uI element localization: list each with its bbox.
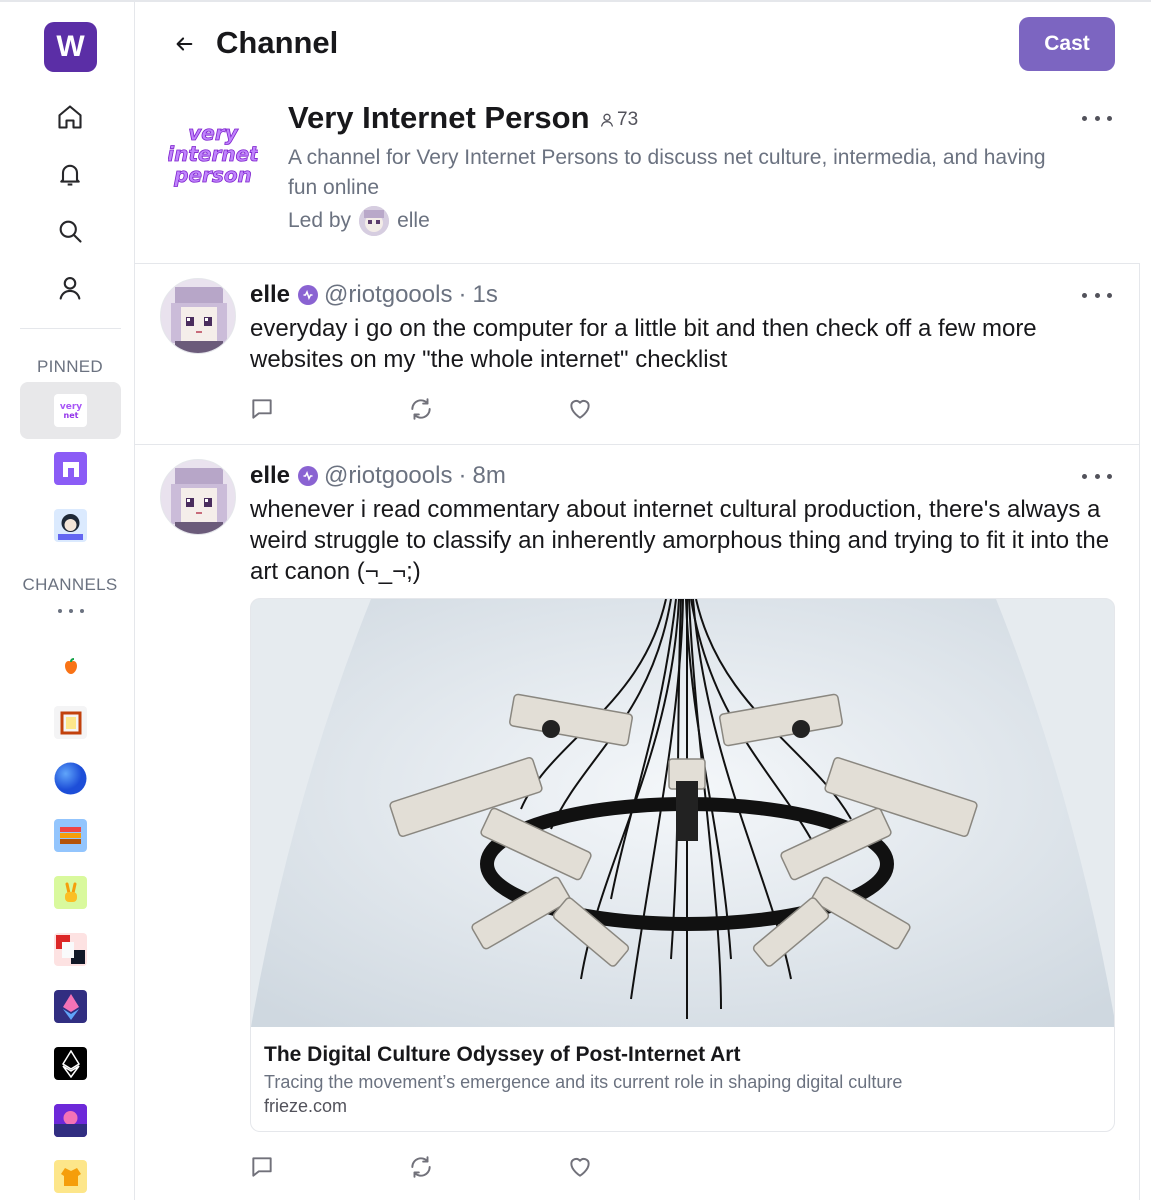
- cast-author-avatar[interactable]: [160, 278, 236, 354]
- cast-header: elle @riotgoools · 8m: [250, 462, 506, 490]
- lead-avatar[interactable]: [359, 206, 390, 236]
- more-channels-icon[interactable]: [58, 606, 84, 616]
- cast-author-handle[interactable]: @riotgoools: [324, 462, 452, 490]
- bell-icon[interactable]: [55, 159, 85, 189]
- svg-text:net: net: [63, 411, 78, 420]
- ethereum-black-channel-icon[interactable]: [54, 1047, 87, 1080]
- home-icon[interactable]: [55, 102, 85, 132]
- peace-emoji-channel-icon[interactable]: [54, 876, 87, 909]
- abstract-art-channel-icon[interactable]: [54, 933, 87, 966]
- channel-description: A channel for Very Internet Persons to d…: [288, 146, 1046, 199]
- channel-name: Very Internet Person: [288, 100, 590, 135]
- recast-icon[interactable]: [406, 1152, 436, 1182]
- cast-more-icon[interactable]: [1082, 470, 1112, 482]
- ethereum-color-channel-icon[interactable]: [54, 990, 87, 1023]
- user-icon[interactable]: [55, 273, 85, 303]
- channels-label: CHANNELS: [22, 575, 118, 594]
- cast-divider: [135, 444, 1140, 445]
- cast-more-icon[interactable]: [1082, 289, 1112, 301]
- verified-badge-icon: [298, 285, 319, 305]
- members-icon: [601, 113, 613, 127]
- synthwave-channel-icon[interactable]: [54, 1104, 87, 1137]
- lead-name[interactable]: elle: [397, 209, 430, 233]
- like-icon[interactable]: [565, 1152, 595, 1182]
- frame-emoji-channel-icon[interactable]: [54, 706, 87, 739]
- search-icon[interactable]: [55, 216, 85, 246]
- pinned-very-internet-person-icon[interactable]: very net: [54, 394, 87, 427]
- sidebar: W PINNED very net CHANNELS: [0, 2, 135, 1200]
- cast-button[interactable]: Cast: [1019, 17, 1115, 71]
- cast-author-avatar[interactable]: [160, 459, 236, 535]
- member-count-value: 73: [617, 109, 639, 130]
- sidebar-divider: [20, 328, 121, 329]
- embed-domain: frieze.com: [264, 1096, 348, 1116]
- cast-author-handle[interactable]: @riotgoools: [324, 281, 452, 309]
- cast-text: whenever i read commentary about interne…: [250, 496, 1110, 585]
- page-title: Channel: [216, 25, 339, 60]
- pinned-label: PINNED: [36, 357, 104, 376]
- back-arrow-icon[interactable]: [170, 30, 198, 58]
- pinned-manga-icon[interactable]: [54, 509, 87, 542]
- led-by: Led by elle: [288, 206, 430, 236]
- jacket-emoji-channel-icon[interactable]: [54, 1160, 87, 1193]
- channel-more-icon[interactable]: [1082, 112, 1112, 124]
- pixel-art-channel-icon[interactable]: [54, 819, 87, 852]
- cast-author-name[interactable]: elle: [250, 462, 290, 490]
- embed-description: Tracing the movement’s emergence and its…: [264, 1072, 903, 1092]
- separator-dot: ·: [458, 462, 467, 489]
- channel-logo: very internet person: [167, 118, 261, 190]
- apple-emoji-channel-icon[interactable]: [54, 650, 87, 683]
- reply-icon[interactable]: [247, 394, 277, 424]
- blue-circle-channel-icon[interactable]: [54, 762, 87, 795]
- pinned-purple-n-icon[interactable]: [54, 452, 87, 485]
- embed-title: The Digital Culture Odyssey of Post-Inte…: [264, 1043, 741, 1066]
- cast-timestamp[interactable]: 8m: [472, 462, 505, 490]
- member-count[interactable]: 73: [599, 109, 638, 131]
- svg-text:person: person: [173, 163, 252, 187]
- cast-timestamp[interactable]: 1s: [472, 281, 497, 309]
- header-divider: [135, 263, 1140, 264]
- cast-text: everyday i go on the computer for a litt…: [250, 315, 1037, 373]
- cast-author-name[interactable]: elle: [250, 281, 290, 309]
- like-icon[interactable]: [565, 394, 595, 424]
- embed-image: [251, 599, 1114, 1027]
- app-logo[interactable]: W: [44, 22, 97, 72]
- cast-header: elle @riotgoools · 1s: [250, 281, 498, 309]
- recast-icon[interactable]: [406, 394, 436, 424]
- led-by-label: Led by: [288, 209, 352, 232]
- feed-border: [1139, 264, 1140, 1200]
- link-embed-card[interactable]: The Digital Culture Odyssey of Post-Inte…: [250, 598, 1115, 1132]
- reply-icon[interactable]: [247, 1152, 277, 1182]
- separator-dot: ·: [458, 281, 467, 308]
- verified-badge-icon: [298, 466, 319, 486]
